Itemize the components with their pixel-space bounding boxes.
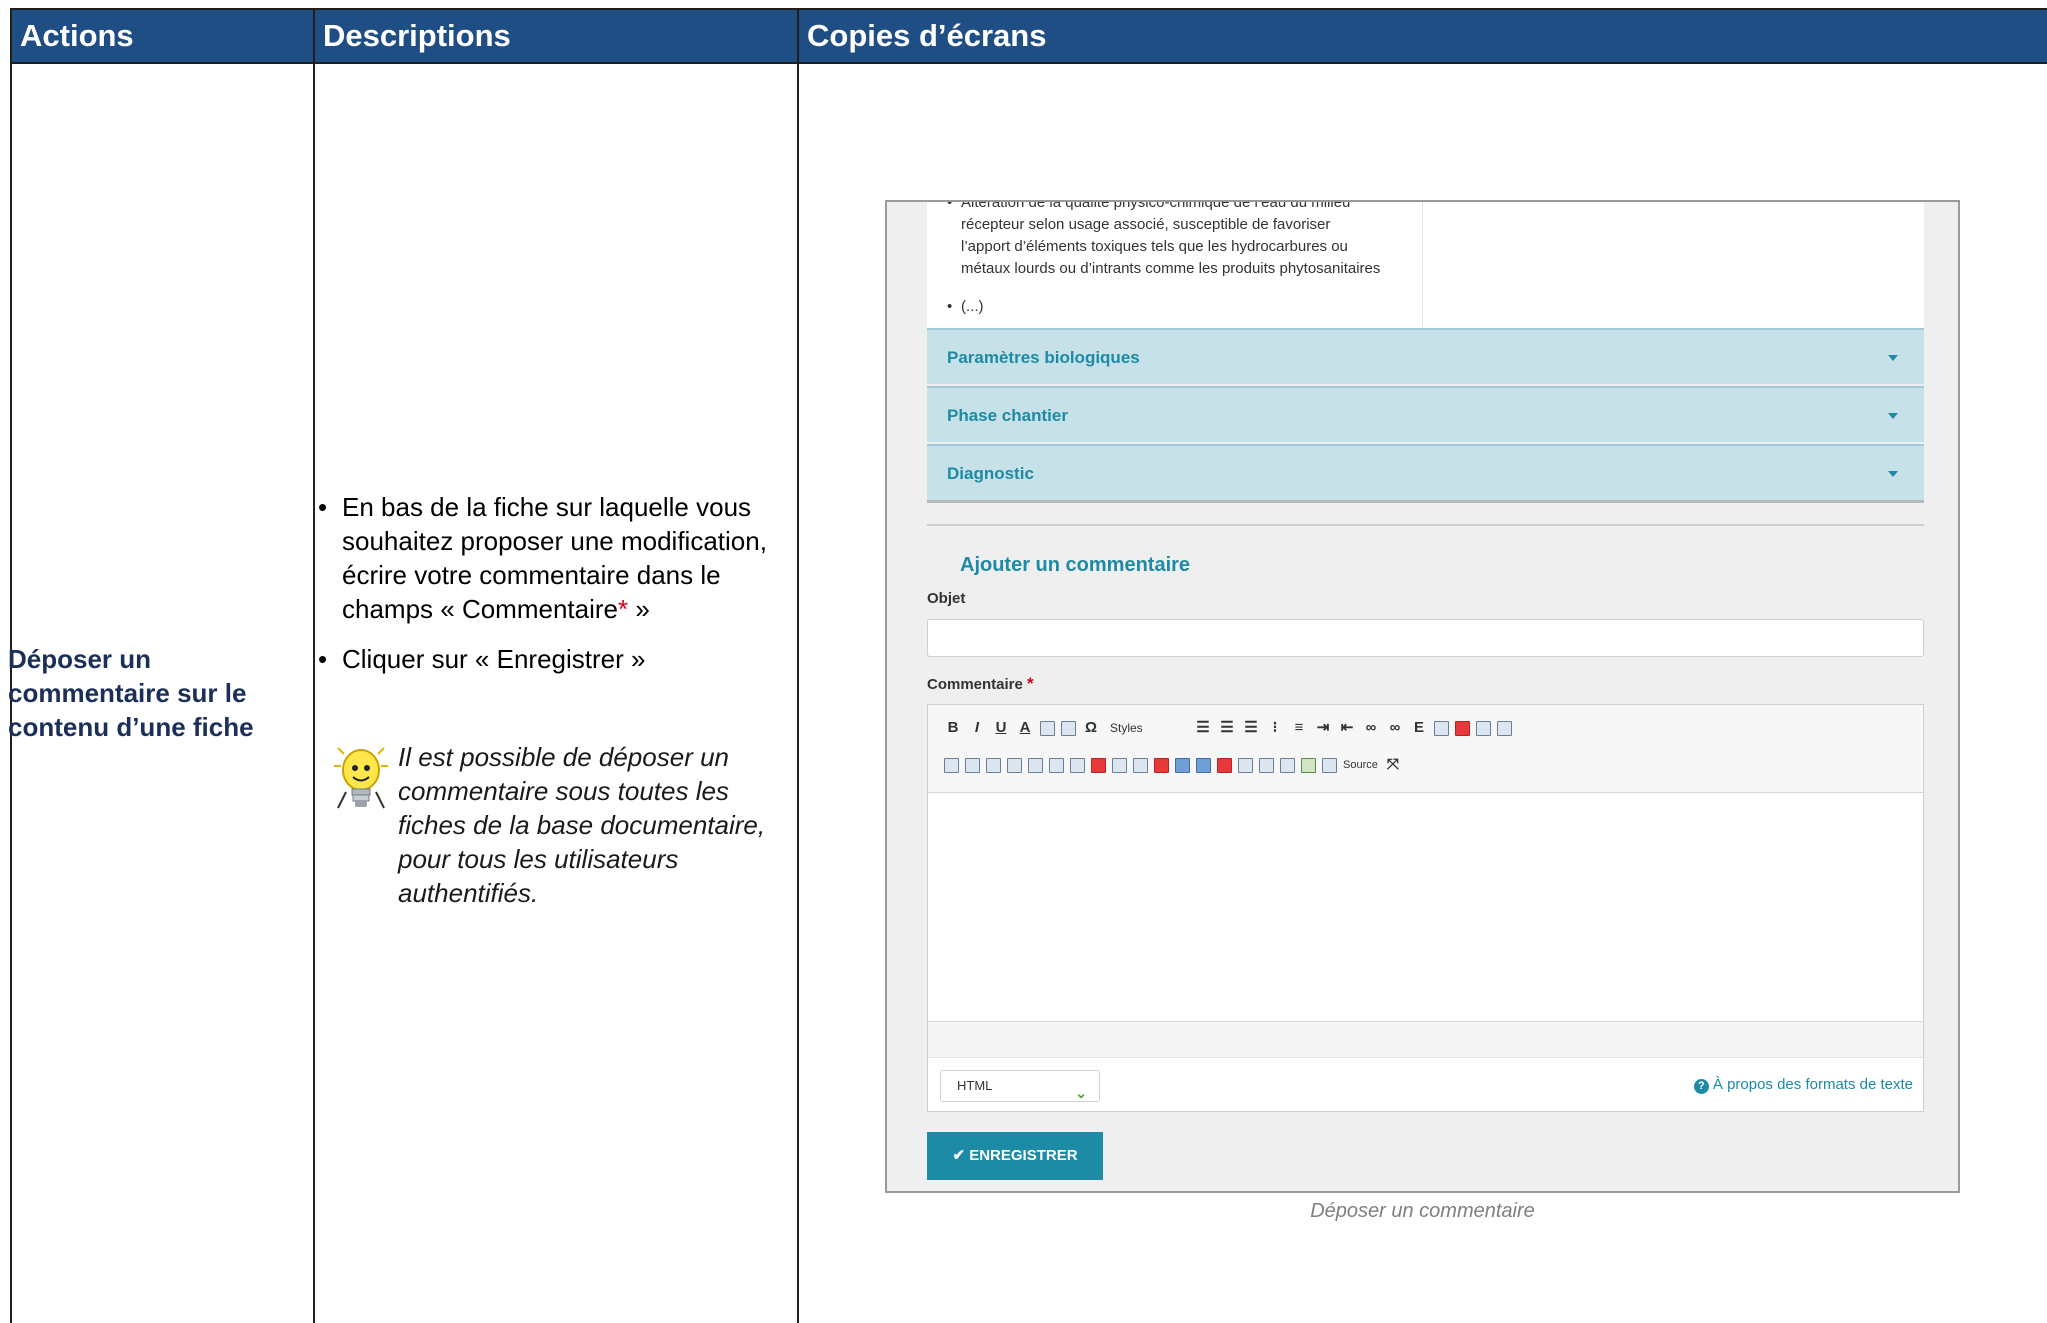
subject-label: Objet bbox=[927, 590, 966, 607]
text-color-button[interactable]: A bbox=[1016, 717, 1034, 739]
caret-down-icon bbox=[1888, 355, 1898, 361]
table-insert-icon[interactable] bbox=[986, 757, 1001, 773]
cell-icon[interactable] bbox=[1049, 757, 1064, 773]
description-steps: En bas de la fiche sur laquelle vous sou… bbox=[312, 490, 782, 692]
toolbar-row-2: Source ⤧ bbox=[944, 753, 1402, 1095]
caret-down-icon bbox=[1888, 413, 1898, 419]
tip-text: Il est possible de déposer un commentair… bbox=[398, 742, 766, 908]
column-insert-icon[interactable] bbox=[1133, 757, 1148, 773]
required-asterisk: * bbox=[618, 594, 629, 624]
table-properties-icon[interactable] bbox=[965, 757, 980, 773]
step-1-text: En bas de la fiche sur laquelle vous sou… bbox=[342, 492, 767, 624]
link-icon[interactable]: ∞ bbox=[1362, 717, 1380, 739]
accordion-label: Diagnostic bbox=[947, 464, 1034, 483]
column-icon[interactable] bbox=[1175, 757, 1190, 773]
source-icon[interactable] bbox=[1322, 757, 1337, 773]
row-icon[interactable] bbox=[1280, 757, 1295, 773]
table-icon[interactable] bbox=[1476, 720, 1491, 736]
accordion-shadow bbox=[927, 500, 1924, 503]
section-separator bbox=[927, 524, 1924, 526]
editor-status-bar bbox=[928, 1021, 1923, 1057]
screenshot-caption: Déposer un commentaire bbox=[1310, 1200, 1535, 1222]
content-bullet: Altération de la qualité physico-chimiqu… bbox=[945, 202, 1425, 280]
cell-icon[interactable] bbox=[1070, 757, 1085, 773]
lightbulb-icon bbox=[334, 747, 388, 809]
accordion-label: Phase chantier bbox=[947, 406, 1068, 425]
chevron-down-icon: ⌄ bbox=[1075, 1085, 1087, 1101]
header-descriptions: Descriptions bbox=[315, 10, 799, 62]
text-format-select[interactable]: HTML ⌄ bbox=[940, 1070, 1100, 1102]
accordion-label: Paramètres biologiques bbox=[947, 348, 1140, 367]
header-screenshots: Copies d’écrans bbox=[799, 10, 2047, 62]
align-left-icon[interactable]: ☰ bbox=[1194, 717, 1212, 739]
indent-icon[interactable]: ⇥ bbox=[1314, 717, 1332, 739]
content-excerpt: Altération de la qualité physico-chimiqu… bbox=[927, 202, 1924, 328]
header-divider bbox=[12, 62, 2047, 64]
column-delete-icon[interactable] bbox=[1154, 757, 1169, 773]
align-center-icon[interactable]: ☰ bbox=[1218, 717, 1236, 739]
content-line-1: Altération de la qualité physico-chimiqu… bbox=[945, 202, 1425, 214]
bulleted-list-icon[interactable]: ⁝ bbox=[1266, 717, 1284, 739]
embed-button[interactable]: E bbox=[1410, 717, 1428, 739]
plus-icon[interactable] bbox=[1455, 720, 1470, 736]
column-divider-2 bbox=[797, 10, 799, 1323]
table-delete-icon[interactable] bbox=[944, 757, 959, 773]
row-add-icon[interactable] bbox=[1301, 757, 1316, 773]
caret-down-icon bbox=[1888, 471, 1898, 477]
maximize-icon[interactable]: ⤧ bbox=[1384, 754, 1402, 776]
accordion-parametres-biologiques[interactable]: Paramètres biologiques bbox=[927, 328, 1924, 384]
italic-button[interactable]: I bbox=[968, 717, 986, 739]
comment-section-title: Ajouter un commentaire bbox=[960, 554, 1191, 576]
content-line-4: métaux lourds ou d’intrants comme les pr… bbox=[961, 260, 1381, 277]
text-format-value: HTML bbox=[957, 1078, 993, 1093]
numbered-list-icon[interactable]: ≡ bbox=[1290, 717, 1308, 739]
cell-delete-icon[interactable] bbox=[1091, 757, 1106, 773]
text-format-help-link[interactable]: ? À propos des formats de texte bbox=[1693, 1076, 1913, 1094]
image-icon[interactable] bbox=[1434, 720, 1449, 736]
column-insert-icon[interactable] bbox=[1112, 757, 1127, 773]
help-link-text: À propos des formats de texte bbox=[1712, 1076, 1913, 1093]
header-actions: Actions bbox=[12, 10, 315, 62]
row-delete-icon[interactable] bbox=[1217, 757, 1232, 773]
subject-input[interactable] bbox=[927, 619, 1924, 657]
outdent-icon[interactable]: ⇤ bbox=[1338, 717, 1356, 739]
paste-icon[interactable] bbox=[1061, 720, 1076, 736]
align-right-icon[interactable]: ☰ bbox=[1242, 717, 1260, 739]
editor-toolbar: B I U A Ω Styles ☰ ☰ ☰ ⁝ ≡ ⇥ ⇤ ∞ ∞ E Sou… bbox=[928, 705, 1923, 1095]
step-1-end: » bbox=[628, 594, 650, 624]
cell-icon[interactable] bbox=[1028, 757, 1043, 773]
save-button[interactable]: ✔ ENREGISTRER bbox=[927, 1132, 1103, 1180]
special-char-button[interactable]: Ω bbox=[1082, 717, 1100, 739]
content-etc: (...) bbox=[945, 298, 984, 315]
row-insert-icon[interactable] bbox=[1238, 757, 1253, 773]
content-line-2: récepteur selon usage associé, susceptib… bbox=[961, 216, 1331, 233]
accordion-diagnostic[interactable]: Diagnostic bbox=[927, 444, 1924, 500]
cell-icon[interactable] bbox=[1007, 757, 1022, 773]
document-icon[interactable] bbox=[1497, 720, 1512, 736]
column-icon[interactable] bbox=[1196, 757, 1211, 773]
content-line-3: l’apport d’éléments toxiques tels que le… bbox=[961, 238, 1348, 255]
source-button[interactable]: Source bbox=[1343, 754, 1378, 776]
background-color-icon[interactable] bbox=[1040, 720, 1055, 736]
styles-dropdown[interactable]: Styles bbox=[1106, 717, 1188, 739]
question-icon: ? bbox=[1693, 1079, 1709, 1094]
comment-editor: B I U A Ω Styles ☰ ☰ ☰ ⁝ ≡ ⇥ ⇤ ∞ ∞ E Sou… bbox=[927, 704, 1924, 1112]
comment-label-text: Commentaire bbox=[927, 676, 1023, 693]
action-title: Déposer un commentaire sur le contenu d’… bbox=[8, 644, 254, 742]
comment-text-area[interactable] bbox=[928, 793, 1923, 1021]
underline-button[interactable]: U bbox=[992, 717, 1010, 739]
screenshot-comment-form: Altération de la qualité physico-chimiqu… bbox=[885, 200, 1960, 1193]
comment-label: Commentaire * bbox=[927, 674, 1034, 694]
row-insert-icon[interactable] bbox=[1259, 757, 1274, 773]
unlink-icon[interactable]: ∞ bbox=[1386, 717, 1404, 739]
description-step-2: Cliquer sur « Enregistrer » bbox=[312, 642, 782, 676]
required-asterisk: * bbox=[1027, 674, 1034, 693]
description-step-1: En bas de la fiche sur laquelle vous sou… bbox=[312, 490, 782, 626]
toolbar-row-1: B I U A Ω Styles ☰ ☰ ☰ ⁝ ≡ ⇥ ⇤ ∞ ∞ E bbox=[944, 716, 1512, 1058]
accordion-phase-chantier[interactable]: Phase chantier bbox=[927, 386, 1924, 442]
bold-button[interactable]: B bbox=[944, 717, 962, 739]
format-bar: HTML ⌄ ? À propos des formats de texte bbox=[928, 1057, 1923, 1111]
